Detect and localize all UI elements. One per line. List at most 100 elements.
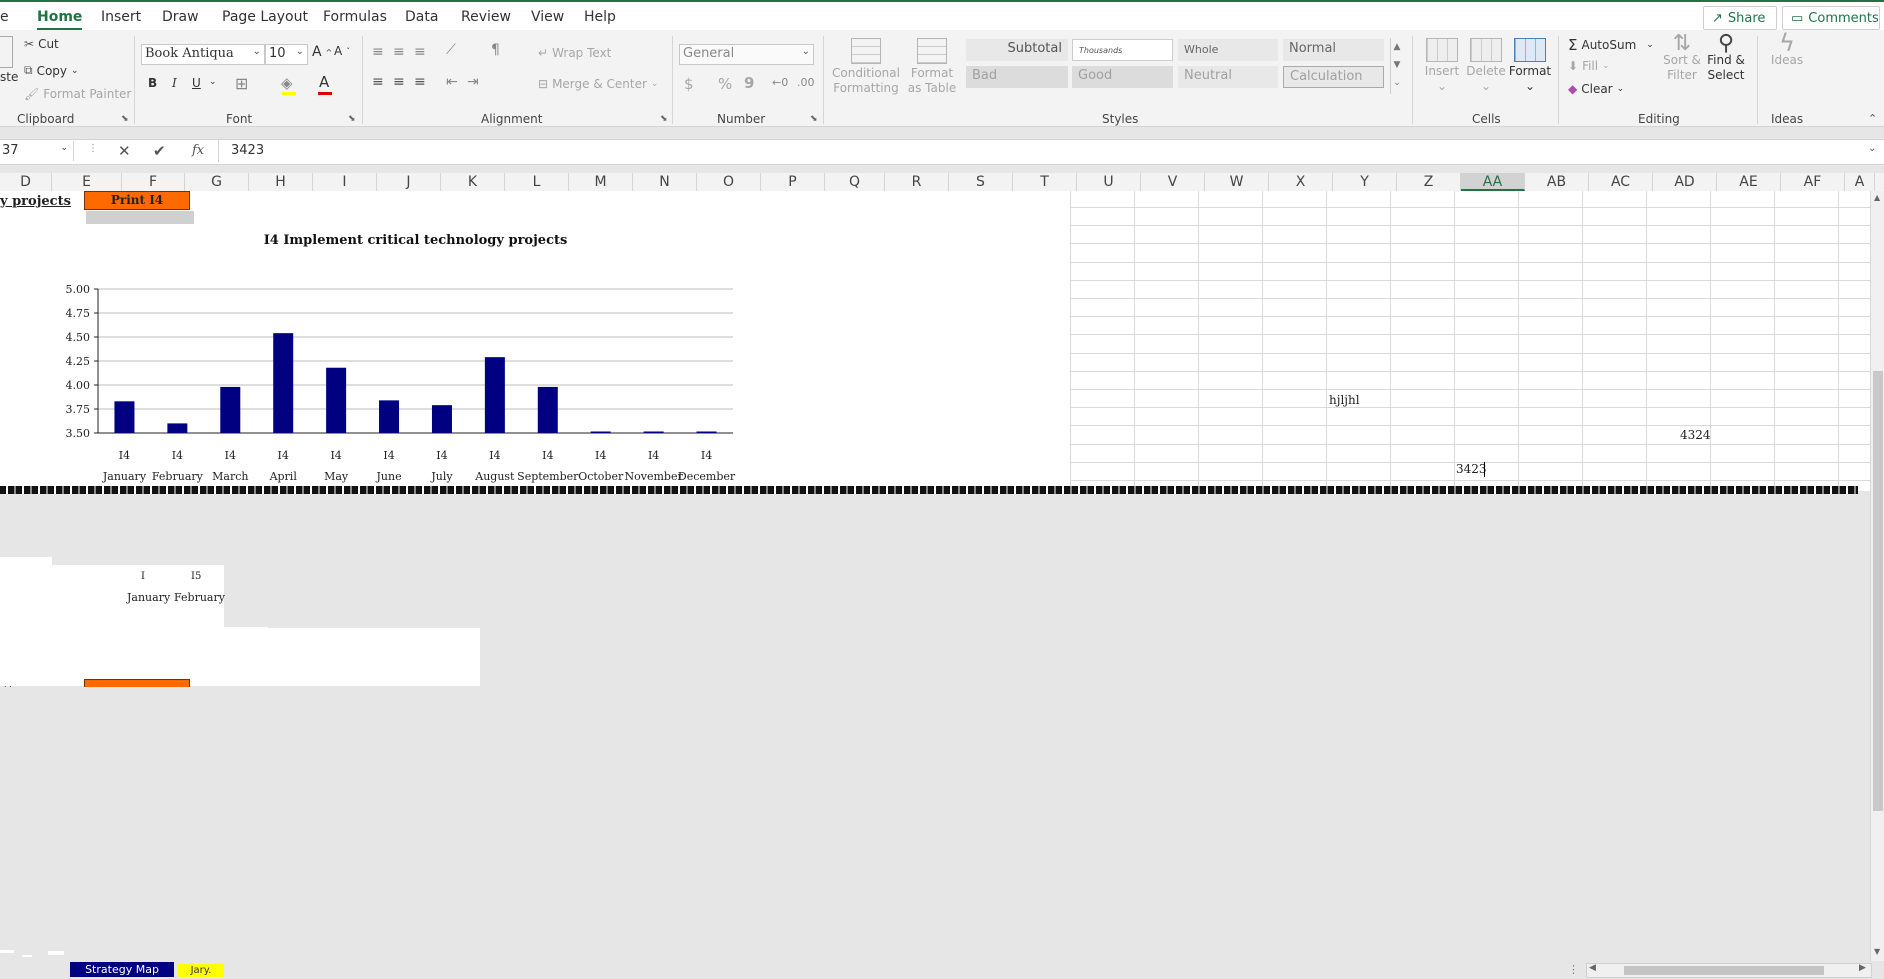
column-header-k[interactable]: K [441,173,505,191]
dialog-launcher-icon[interactable]: ⬊ [660,114,668,124]
align-center-icon[interactable]: ≡ [393,74,405,90]
orientation-icon[interactable]: ⟋ [446,42,456,58]
sort-filter-button[interactable]: ⇅ Sort & Filter [1660,33,1704,83]
number-format-select[interactable]: General ⌄ [679,44,814,65]
collapse-ribbon-icon[interactable]: ⌃ [1868,112,1877,125]
align-right-icon[interactable]: ≡ [414,74,426,90]
decrease-font-icon[interactable]: Aˇ [334,44,350,58]
wrap-text-button[interactable]: ↵ Wrap Text [538,46,611,60]
align-bottom-icon[interactable]: ≡ [414,44,426,60]
align-middle-icon[interactable]: ≡ [393,44,405,60]
align-top-icon[interactable]: ≡ [372,44,384,60]
chevron-down-icon[interactable]: ⌄ [209,77,217,87]
comments-button[interactable]: ▭ Comments [1782,6,1880,30]
dialog-launcher-icon[interactable]: ⬊ [810,114,818,124]
delete-cells-button[interactable]: Delete ⌄ [1464,38,1508,94]
vertical-scrollbar[interactable]: ▲ ▼ [1870,191,1884,961]
styles-gallery-scroll[interactable]: ▲ ▼ ⌄ [1390,38,1403,94]
insert-function-icon[interactable]: fx [192,143,204,158]
horizontal-scrollbar[interactable]: ◀ ▶ [1586,963,1872,978]
column-header-p[interactable]: P [761,173,825,191]
scroll-down-icon[interactable]: ▼ [1874,947,1880,956]
vertical-scroll-thumb[interactable] [1873,371,1883,811]
horizontal-scroll-thumb[interactable] [1624,966,1824,975]
tab-formulas[interactable]: Formulas [323,9,387,25]
column-header-w[interactable]: W [1205,173,1269,191]
style-thousands[interactable]: Thousands [1072,39,1173,61]
text-direction-icon[interactable]: ¶ [491,42,500,58]
column-header-y[interactable]: Y [1333,173,1397,191]
increase-indent-icon[interactable]: ⇥ [467,74,479,90]
tab-data[interactable]: Data [405,9,438,25]
share-button[interactable]: ↗ Share [1703,6,1777,30]
formula-input[interactable]: 3423 [231,143,264,158]
tab-insert[interactable]: Insert [101,9,141,25]
format-cells-button[interactable]: Format ⌄ [1508,38,1552,94]
paste-button[interactable]: ste [0,70,18,84]
cancel-entry-icon[interactable]: ✕ [118,142,131,160]
clear-button[interactable]: ◆ Clear ⌄ [1568,82,1624,96]
column-header-f[interactable]: F [122,173,185,191]
column-header-q[interactable]: Q [825,173,885,191]
italic-button[interactable]: I [172,76,177,90]
font-size-select[interactable]: 10 ⌄ [265,44,308,65]
tab-draw[interactable]: Draw [162,9,199,25]
style-bad[interactable]: Bad [966,66,1068,88]
column-header-g[interactable]: G [185,173,249,191]
dialog-launcher-icon[interactable]: ⬊ [348,114,356,124]
dialog-launcher-icon[interactable]: ⬊ [121,114,129,124]
column-header-t[interactable]: T [1013,173,1077,191]
scroll-up-icon[interactable]: ▲ [1874,193,1880,202]
column-header-o[interactable]: O [697,173,761,191]
conditional-formatting-button[interactable]: Conditional Formatting [832,38,900,96]
tab-split-handle-icon[interactable]: ⋮ [1568,963,1579,976]
column-header-n[interactable]: N [633,173,697,191]
worksheet-grid[interactable]: y projects Print I4 I4 Implement critica… [0,191,1870,491]
comma-style-button[interactable]: 9 [744,74,754,92]
borders-icon[interactable]: ⊞ [235,74,248,93]
tab-view[interactable]: View [531,9,564,25]
confirm-entry-icon[interactable]: ✔ [153,142,166,160]
currency-button[interactable]: $ [684,75,694,93]
column-header-a[interactable]: A [1845,173,1875,191]
font-color-button[interactable]: A [319,73,329,91]
style-subtotal[interactable]: Subtotal [966,39,1068,61]
style-neutral[interactable]: Neutral [1178,66,1278,88]
column-header-d[interactable]: D [0,173,52,191]
tab-page-layout[interactable]: Page Layout [222,9,308,25]
column-header-ac[interactable]: AC [1589,173,1653,191]
tab-review[interactable]: Review [461,9,511,25]
column-header-aa[interactable]: AA [1461,173,1525,191]
name-box[interactable]: 37 ⌄ [0,141,74,161]
column-header-v[interactable]: V [1141,173,1205,191]
decrease-decimal-icon[interactable]: .00 [797,76,815,89]
style-calculation[interactable]: Calculation [1283,66,1384,88]
column-header-h[interactable]: H [249,173,313,191]
column-header-m[interactable]: M [569,173,633,191]
sheet-tab-yellow[interactable]: Jary. [178,964,224,977]
style-normal[interactable]: Normal [1283,39,1384,61]
format-as-table-button[interactable]: Format as Table [904,38,960,96]
column-header-ad[interactable]: AD [1653,173,1717,191]
tab-file[interactable]: e [0,9,9,25]
expand-formula-bar-icon[interactable]: ⌄ [1868,143,1876,154]
column-header-s[interactable]: S [949,173,1013,191]
autosum-button[interactable]: Σ AutoSum ⌄ [1568,36,1654,54]
tab-home[interactable]: Home [37,9,83,31]
font-family-select[interactable]: Book Antiqua ⌄ [141,44,265,65]
style-good[interactable]: Good [1072,66,1173,88]
align-left-icon[interactable]: ≡ [372,74,384,90]
percent-button[interactable]: % [718,75,732,93]
ideas-button[interactable]: ϟ Ideas [1767,31,1807,68]
cell-y-text[interactable]: hjljhl [1329,393,1360,407]
tab-help[interactable]: Help [584,9,616,25]
cut-button[interactable]: ✂ Cut [24,37,59,51]
increase-font-icon[interactable]: A ^ [312,44,332,60]
column-header-r[interactable]: R [885,173,949,191]
column-header-z[interactable]: Z [1397,173,1461,191]
find-select-button[interactable]: ⚲ Find & Select [1702,33,1750,83]
column-header-af[interactable]: AF [1781,173,1845,191]
fill-color-icon[interactable]: ◈ [281,74,293,92]
sheet-tab-strategy-map[interactable]: Strategy Map [70,962,174,977]
column-header-ae[interactable]: AE [1717,173,1781,191]
